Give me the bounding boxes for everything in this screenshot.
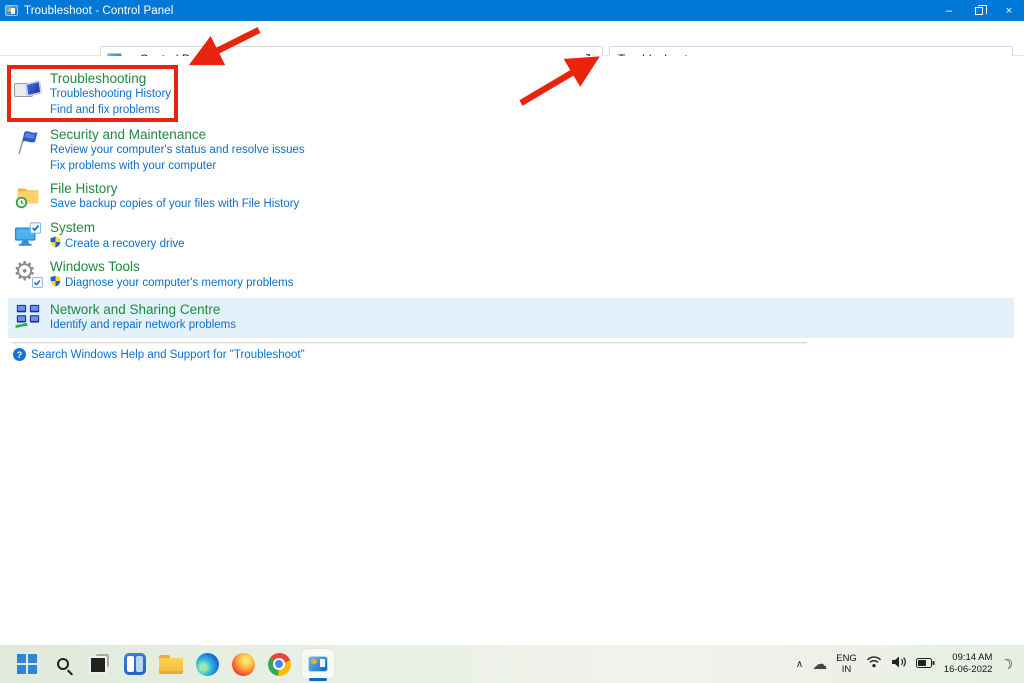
file-explorer-button[interactable]: [158, 648, 184, 680]
result-title-system[interactable]: System: [50, 219, 185, 236]
firefox-button[interactable]: [230, 648, 256, 680]
link-find-and-fix-problems[interactable]: Find and fix problems: [50, 103, 171, 119]
help-icon: ?: [13, 348, 26, 361]
link-diagnose-memory[interactable]: Diagnose your computer's memory problems: [50, 275, 293, 293]
chrome-button[interactable]: [266, 648, 292, 680]
windows-tools-gear-icon: ⚙: [14, 260, 42, 288]
network-sharing-icon: [14, 303, 42, 331]
clock[interactable]: 09:14 AM 16-06-2022: [944, 652, 993, 676]
result-title-file-history[interactable]: File History: [50, 180, 299, 197]
search-icon: [57, 658, 69, 670]
taskbar-apps: [0, 648, 334, 680]
language-indicator[interactable]: ENG IN: [836, 653, 857, 676]
wifi-icon[interactable]: [866, 655, 882, 673]
tray-date: 16-06-2022: [944, 664, 993, 675]
results-divider: [12, 342, 807, 343]
chrome-icon: [268, 653, 291, 676]
result-system: System Create a reco: [14, 219, 185, 254]
result-title-security-maintenance[interactable]: Security and Maintenance: [50, 126, 305, 143]
result-title-troubleshooting[interactable]: Troubleshooting: [50, 70, 171, 87]
help-link-label: Search Windows Help and Support for "Tro…: [31, 349, 305, 361]
minimize-button[interactable]: –: [934, 0, 964, 21]
edge-icon: [196, 653, 219, 676]
system-monitor-icon: [14, 221, 42, 249]
result-title-network-sharing[interactable]: Network and Sharing Centre: [50, 301, 236, 318]
close-button[interactable]: ×: [994, 0, 1024, 21]
restore-icon: [975, 7, 983, 15]
search-results-panel: Troubleshooting Troubleshooting History …: [0, 56, 1024, 645]
troubleshooting-icon: [14, 72, 42, 100]
taskbar-search-button[interactable]: [50, 648, 76, 680]
tray-chevron-up-icon[interactable]: ∧: [796, 659, 803, 670]
result-title-windows-tools[interactable]: Windows Tools: [50, 258, 293, 275]
security-flag-icon: [14, 128, 42, 156]
result-windows-tools: ⚙ Windows Tools: [14, 258, 293, 293]
link-create-recovery-drive[interactable]: Create a recovery drive: [50, 236, 185, 254]
firefox-icon: [232, 653, 255, 676]
link-label: Diagnose your computer's memory problems: [65, 276, 293, 292]
control-panel-icon: [308, 656, 328, 672]
edge-button[interactable]: [194, 648, 220, 680]
result-troubleshooting: Troubleshooting Troubleshooting History …: [14, 70, 171, 118]
uac-shield-icon: [50, 275, 61, 293]
taskbar: ∧ ☁ ENG IN: [0, 645, 1024, 683]
language-code: ENG: [836, 653, 857, 664]
windows-logo-icon: [17, 654, 37, 674]
uac-shield-icon: [50, 236, 61, 254]
file-history-icon: [14, 182, 42, 210]
file-explorer-icon: [159, 655, 183, 674]
result-network-sharing: Network and Sharing Centre Identify and …: [14, 301, 236, 334]
link-save-backup-copies[interactable]: Save backup copies of your files with Fi…: [50, 197, 299, 213]
link-label: Create a recovery drive: [65, 237, 185, 253]
control-panel-button-active[interactable]: [302, 649, 334, 679]
task-view-icon: [88, 653, 110, 675]
battery-icon[interactable]: [916, 655, 935, 673]
desktop-screen: Troubleshoot - Control Panel – × ← → ∨ ↑…: [0, 0, 1024, 683]
result-security-maintenance: Security and Maintenance Review your com…: [14, 126, 305, 174]
region-code: IN: [842, 664, 852, 675]
volume-icon[interactable]: [891, 655, 907, 674]
navigation-toolbar: ← → ∨ ↑ › Control Panel › ∨ ↻ ×: [0, 21, 1024, 56]
do-not-disturb-moon-icon[interactable]: ☽: [999, 654, 1017, 674]
link-troubleshooting-history[interactable]: Troubleshooting History: [50, 87, 171, 103]
window-title: Troubleshoot - Control Panel: [24, 5, 173, 17]
widgets-button[interactable]: [122, 648, 148, 680]
help-search-link[interactable]: ? Search Windows Help and Support for "T…: [13, 348, 305, 361]
task-view-button[interactable]: [86, 648, 112, 680]
window-titlebar: Troubleshoot - Control Panel – ×: [0, 0, 1024, 21]
result-file-history: File History Save backup copies of your …: [14, 180, 299, 213]
link-identify-repair-network[interactable]: Identify and repair network problems: [50, 318, 236, 334]
link-fix-problems[interactable]: Fix problems with your computer: [50, 159, 305, 175]
restore-button[interactable]: [964, 0, 994, 21]
onedrive-cloud-icon[interactable]: ☁: [812, 657, 827, 672]
start-button[interactable]: [14, 648, 40, 680]
tray-time: 09:14 AM: [952, 652, 992, 663]
link-review-status[interactable]: Review your computer's status and resolv…: [50, 143, 305, 159]
system-tray: ∧ ☁ ENG IN: [796, 645, 1024, 683]
widgets-icon: [124, 653, 146, 675]
control-panel-window-icon: [5, 5, 18, 16]
